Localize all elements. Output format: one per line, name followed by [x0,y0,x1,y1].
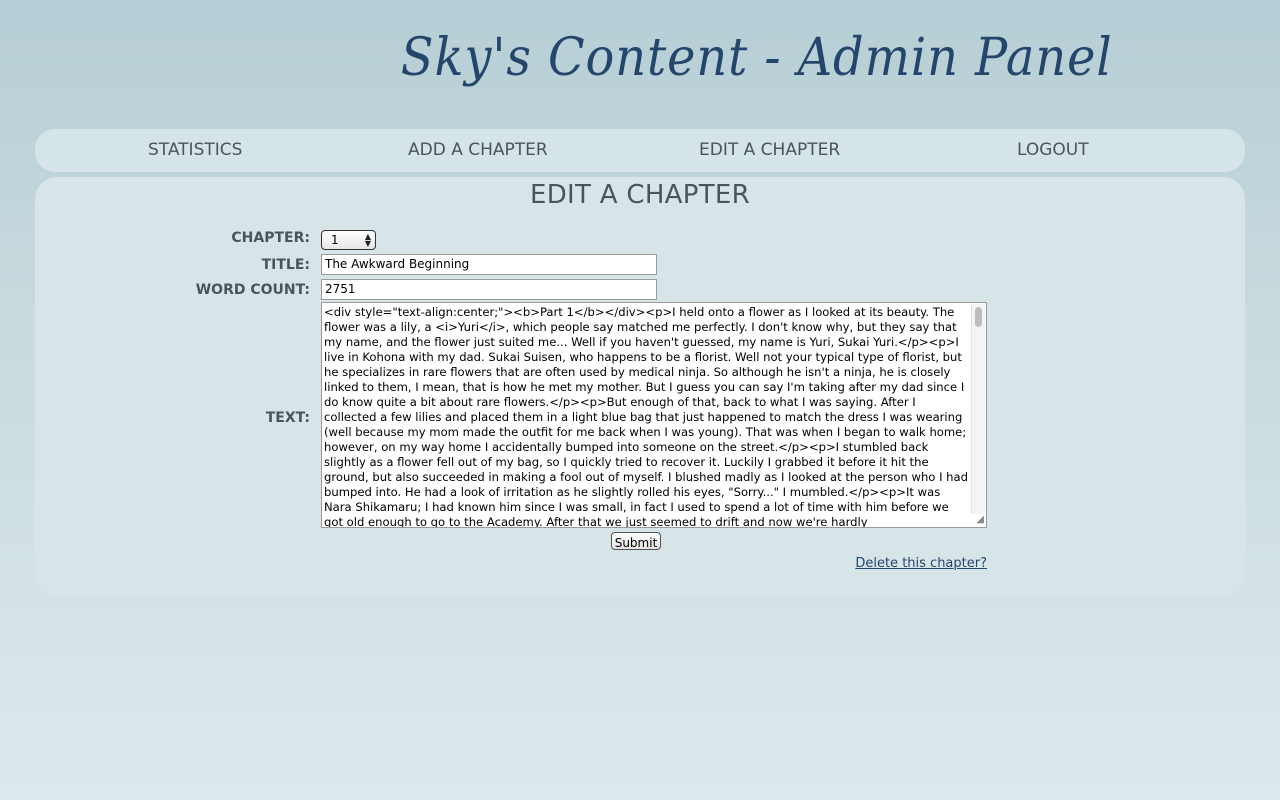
nav-edit-chapter[interactable]: EDIT A CHAPTER [699,129,840,172]
textarea-scrollbar[interactable] [971,304,985,514]
header: Sky's Content - Admin Panel [0,0,1280,122]
word-count-input[interactable]: 2751 [321,279,657,300]
select-arrows-icon: ▲ ▼ [364,232,371,248]
title-label: TITLE: [261,257,310,273]
chapter-label: CHAPTER: [231,230,310,246]
text-label: TEXT: [265,410,310,426]
site-title: Sky's Content - Admin Panel [400,28,1113,88]
chapter-select[interactable]: 1 ▲ ▼ [321,230,376,250]
main-nav: STATISTICS ADD A CHAPTER EDIT A CHAPTER … [35,129,1245,172]
nav-logout[interactable]: LOGOUT [1017,129,1089,172]
nav-statistics[interactable]: STATISTICS [148,129,242,172]
delete-chapter-link[interactable]: Delete this chapter? [855,556,987,571]
title-input[interactable]: The Awkward Beginning [321,254,657,275]
chapter-text-content: <div style="text-align:center;"><b>Part … [324,305,972,528]
submit-button[interactable]: Submit [611,532,661,550]
page-title: EDIT A CHAPTER [529,180,751,210]
nav-add-chapter[interactable]: ADD A CHAPTER [408,129,548,172]
chapter-text-area[interactable]: <div style="text-align:center;"><b>Part … [321,302,987,528]
resize-handle-icon[interactable]: ◢ [974,515,984,525]
chapter-select-value: 1 [331,233,339,247]
word-count-label: WORD COUNT: [195,282,310,298]
scroll-thumb[interactable] [975,307,982,327]
